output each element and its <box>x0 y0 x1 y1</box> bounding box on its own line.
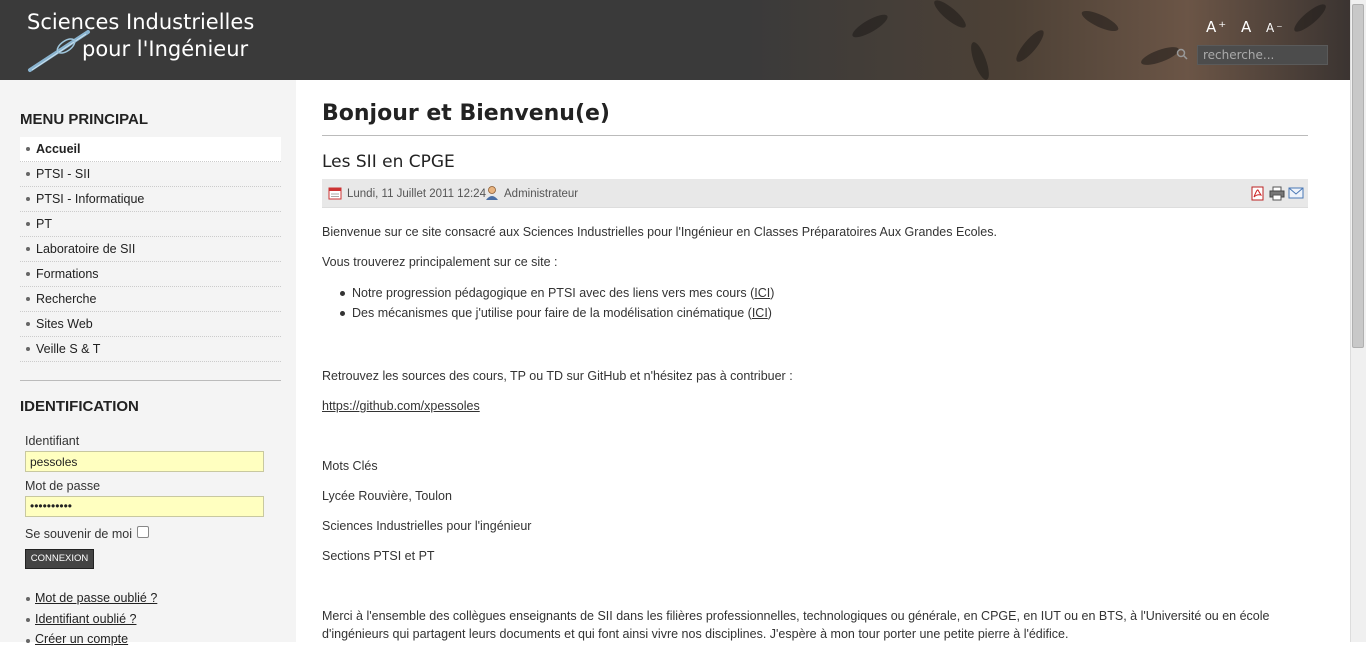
thanks-paragraph-line2: d'ingénieurs qui partagent leurs documen… <box>322 627 1069 641</box>
header-leaf-decoration <box>930 0 970 32</box>
mecanismes-ici-link[interactable]: ICI <box>752 306 768 320</box>
article-date: Lundi, 11 Juillet 2011 12:24 <box>347 188 486 200</box>
font-size-tools: A⁺ A A⁻ <box>1206 18 1291 36</box>
menu-item-ptsi-informatique[interactable]: PTSI - Informatique <box>20 187 281 212</box>
menu-item-pt[interactable]: PT <box>20 212 281 237</box>
bullet-icon <box>340 291 345 296</box>
menu-item-accueil[interactable]: Accueil <box>20 137 281 162</box>
header-leaf-decoration <box>967 40 993 80</box>
font-reset-button[interactable]: A <box>1241 18 1253 36</box>
email-icon[interactable] <box>1288 187 1304 199</box>
search-icon <box>1176 48 1188 60</box>
menu-item-ptsi-sii[interactable]: PTSI - SII <box>20 162 281 187</box>
forgot-password-link[interactable]: Mot de passe oublié ? <box>35 591 157 605</box>
sidebar-divider <box>20 380 281 381</box>
thanks-paragraph-line1: Merci à l'ensemble des collègues enseign… <box>322 609 1270 623</box>
list-item: Notre progression pédagogique en PTSI av… <box>352 286 775 300</box>
remember-label: Se souvenir de moi <box>25 527 133 541</box>
menu-item-veille[interactable]: Veille S & T <box>20 337 281 362</box>
password-field[interactable]: •••••••••• <box>25 496 264 517</box>
keyword-item: Sections PTSI et PT <box>322 549 435 563</box>
login-button[interactable]: CONNEXION <box>25 549 94 569</box>
header-leaf-decoration <box>1079 7 1121 35</box>
list-item: Des mécanismes que j'utilise pour faire … <box>352 306 772 320</box>
remember-checkbox[interactable] <box>137 526 149 538</box>
title-divider <box>322 135 1308 136</box>
header-leaf-decoration <box>1139 43 1181 69</box>
login-title: IDENTIFICATION <box>20 398 139 415</box>
keyword-item: Lycée Rouvière, Toulon <box>322 489 452 503</box>
intro-paragraph: Bienvenue sur ce site consacré aux Scien… <box>322 225 997 239</box>
header-leaf-decoration <box>849 10 891 42</box>
calendar-icon <box>328 187 342 200</box>
pdf-icon[interactable] <box>1251 186 1265 201</box>
site-logo-title[interactable]: Sciences Industrielles <box>27 10 254 34</box>
github-link[interactable]: https://github.com/xpessoles <box>322 399 480 413</box>
bullet-icon <box>340 311 345 316</box>
cours-ici-link[interactable]: ICI <box>754 286 770 300</box>
forgot-username-link[interactable]: Identifiant oublié ? <box>35 612 136 626</box>
bullet-icon <box>26 597 30 601</box>
article-author: Administrateur <box>504 188 579 200</box>
header-leaf-decoration <box>1012 26 1048 66</box>
page-title: Bonjour et Bienvenu(e) <box>322 101 610 126</box>
keywords-title: Mots Clés <box>322 459 378 473</box>
site-header: Sciences Industrielles pour l'Ingénieur … <box>0 0 1350 80</box>
create-account-link[interactable]: Créer un compte <box>35 632 128 646</box>
bullet-icon <box>26 618 30 622</box>
username-label: Identifiant <box>25 434 80 448</box>
keyword-item: Sciences Industrielles pour l'ingénieur <box>322 519 532 533</box>
menu-item-recherche[interactable]: Recherche <box>20 287 281 312</box>
menu-item-formations[interactable]: Formations <box>20 262 281 287</box>
password-label: Mot de passe <box>25 479 101 493</box>
menu-item-laboratoire[interactable]: Laboratoire de SII <box>20 237 281 262</box>
article-title: Les SII en CPGE <box>322 152 455 172</box>
lead-paragraph: Vous trouverez principalement sur ce sit… <box>322 255 558 269</box>
article-meta-bar: Lundi, 11 Juillet 2011 12:24 Administrat… <box>322 179 1308 208</box>
search-input[interactable] <box>1197 45 1328 65</box>
menu-item-sites-web[interactable]: Sites Web <box>20 312 281 337</box>
print-icon[interactable] <box>1269 186 1285 201</box>
username-field[interactable] <box>25 451 264 472</box>
site-logo-subtitle[interactable]: pour l'Ingénieur <box>82 37 248 61</box>
font-larger-button[interactable]: A⁺ <box>1206 18 1228 36</box>
font-smaller-button[interactable]: A⁻ <box>1266 21 1285 35</box>
bullet-icon <box>26 639 30 643</box>
menu-title: MENU PRINCIPAL <box>20 111 149 128</box>
author-icon <box>486 186 498 200</box>
github-paragraph: Retrouvez les sources des cours, TP ou T… <box>322 369 793 383</box>
header-leaf-decoration <box>1290 0 1330 36</box>
main-menu: Accueil PTSI - SII PTSI - Informatique P… <box>20 137 281 362</box>
scrollbar-thumb[interactable] <box>1352 4 1364 348</box>
